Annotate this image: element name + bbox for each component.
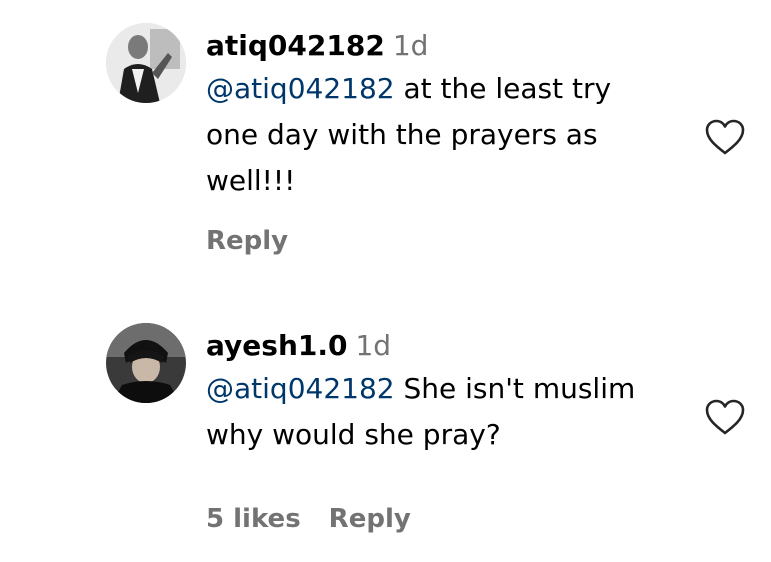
comment-text: @atiq042182 at the least try one day wit… (206, 66, 676, 204)
mention-link[interactable]: @atiq042182 (206, 372, 395, 405)
comment-time: 1d (392, 29, 429, 62)
comment-body: ayesh1.0 1d @atiq042182 She isn't muslim … (206, 326, 676, 534)
mention-link[interactable]: @atiq042182 (206, 72, 395, 105)
heart-outline-icon[interactable] (704, 398, 746, 436)
avatar[interactable] (106, 23, 186, 103)
comment-text-part: well!!! (206, 164, 296, 197)
comment-body: atiq042182 1d @atiq042182 at the least tr… (206, 26, 676, 256)
likes-count-button[interactable]: 5 likes (206, 504, 301, 534)
comment-meta: ayesh1.0 1d (206, 326, 676, 366)
reply-button[interactable]: Reply (206, 226, 288, 256)
comment-actions: Reply (206, 226, 288, 256)
username-link[interactable]: atiq042182 (206, 29, 385, 62)
comment-time: 1d (355, 329, 392, 362)
comment-text-part: one day with the prayers as (206, 118, 598, 151)
username-link[interactable]: ayesh1.0 (206, 329, 347, 362)
avatar[interactable] (106, 323, 186, 403)
heart-outline-icon[interactable] (704, 118, 746, 156)
reply-button[interactable]: Reply (329, 504, 411, 534)
comment-item: ayesh1.0 1d @atiq042182 She isn't muslim … (0, 300, 771, 562)
comment-meta: atiq042182 1d (206, 26, 676, 66)
comment-item: atiq042182 1d @atiq042182 at the least tr… (0, 0, 771, 300)
comment-actions: 5 likes Reply (206, 504, 411, 534)
comment-text-part: at the least try (394, 72, 612, 105)
comment-text-part: why would she pray? (206, 418, 501, 451)
comment-text: @atiq042182 She isn't muslim why would s… (206, 366, 676, 458)
comment-text-part: She isn't muslim (394, 372, 636, 405)
